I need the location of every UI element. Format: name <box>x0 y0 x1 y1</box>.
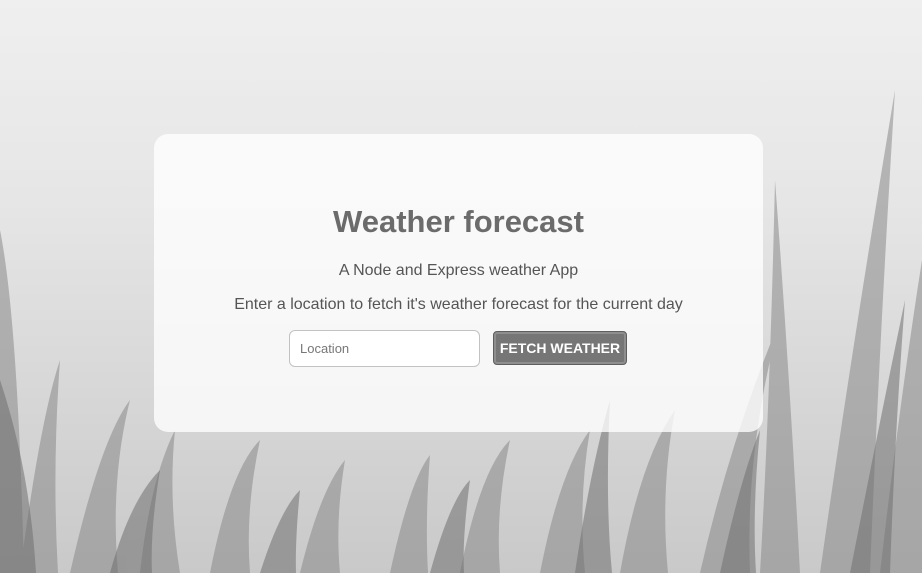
page-title: Weather forecast <box>333 204 584 239</box>
fetch-weather-button[interactable]: FETCH WEATHER <box>493 331 627 365</box>
app-subtitle: A Node and Express weather App <box>338 262 579 279</box>
location-input[interactable] <box>289 330 480 367</box>
instructions-text: Enter a location to fetch it's weather f… <box>234 296 683 313</box>
weather-search-form: FETCH WEATHER <box>289 330 629 368</box>
forecast-card: Weather forecast A Node and Express weat… <box>154 134 763 432</box>
